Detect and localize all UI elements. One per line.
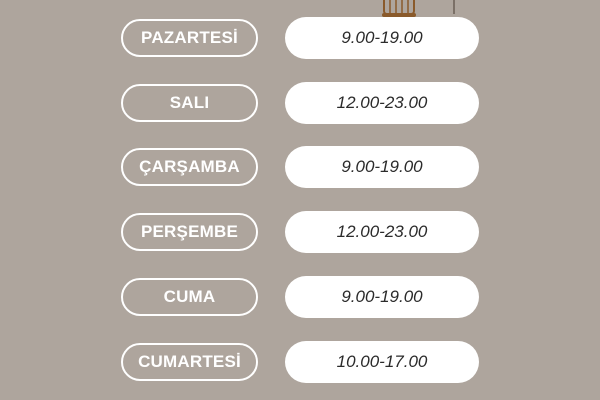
day-label: PAZARTESİ bbox=[121, 19, 258, 57]
day-label: CUMA bbox=[121, 278, 258, 316]
schedule-row: ÇARŞAMBA 9.00-19.00 bbox=[0, 146, 600, 190]
day-label: SALI bbox=[121, 84, 258, 122]
opening-hours-list: PAZARTESİ 9.00-19.00 SALI 12.00-23.00 ÇA… bbox=[0, 0, 600, 400]
schedule-row: PERŞEMBE 12.00-23.00 bbox=[0, 211, 600, 255]
day-label: CUMARTESİ bbox=[121, 343, 258, 381]
hours-label: 9.00-19.00 bbox=[285, 146, 479, 188]
schedule-row: SALI 12.00-23.00 bbox=[0, 82, 600, 126]
hours-label: 12.00-23.00 bbox=[285, 82, 479, 124]
schedule-row: CUMARTESİ 10.00-17.00 bbox=[0, 341, 600, 385]
schedule-row: CUMA 9.00-19.00 bbox=[0, 276, 600, 320]
day-label: PERŞEMBE bbox=[121, 213, 258, 251]
schedule-row: PAZARTESİ 9.00-19.00 bbox=[0, 17, 600, 61]
day-label: ÇARŞAMBA bbox=[121, 148, 258, 186]
hours-label: 12.00-23.00 bbox=[285, 211, 479, 253]
hours-label: 9.00-19.00 bbox=[285, 276, 479, 318]
hours-label: 10.00-17.00 bbox=[285, 341, 479, 383]
hours-label: 9.00-19.00 bbox=[285, 17, 479, 59]
